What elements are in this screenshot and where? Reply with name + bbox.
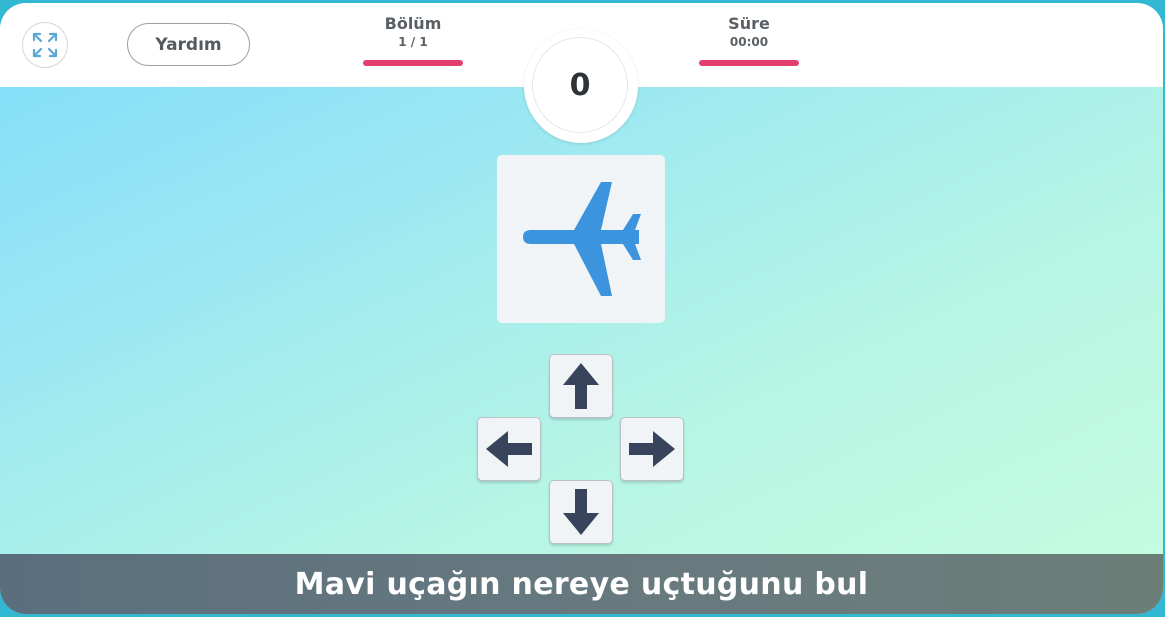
expand-icon: [32, 32, 58, 58]
arrow-left-button[interactable]: [477, 417, 541, 481]
arrow-right-button[interactable]: [620, 417, 684, 481]
instruction-bar: Mavi uçağın nereye uçtuğunu bul: [0, 554, 1163, 614]
arrow-up-icon: [563, 363, 599, 409]
help-button[interactable]: Yardım: [127, 23, 250, 66]
fullscreen-button[interactable]: [22, 22, 68, 68]
score-circle: 0: [524, 29, 638, 143]
instruction-text: Mavi uçağın nereye uçtuğunu bul: [294, 566, 869, 602]
arrow-down-button[interactable]: [549, 480, 613, 544]
score-value: 0: [532, 37, 628, 133]
game-frame: Yardım Bölüm 1 / 1 Süre 00:00 0 Mavi uça…: [0, 3, 1163, 614]
level-label: Bölüm: [384, 14, 442, 33]
level-indicator: Bölüm 1 / 1: [363, 14, 463, 66]
target-card: [497, 155, 665, 323]
time-bar: [699, 60, 799, 66]
arrow-right-icon: [629, 431, 675, 467]
time-label: Süre: [728, 14, 770, 33]
airplane-icon: [523, 182, 641, 296]
time-indicator: Süre 00:00: [699, 14, 799, 66]
time-value: 00:00: [729, 35, 769, 49]
arrow-down-icon: [563, 489, 599, 535]
arrow-left-icon: [486, 431, 532, 467]
arrow-up-button[interactable]: [549, 354, 613, 418]
level-bar: [363, 60, 463, 66]
level-value: 1 / 1: [398, 35, 428, 49]
